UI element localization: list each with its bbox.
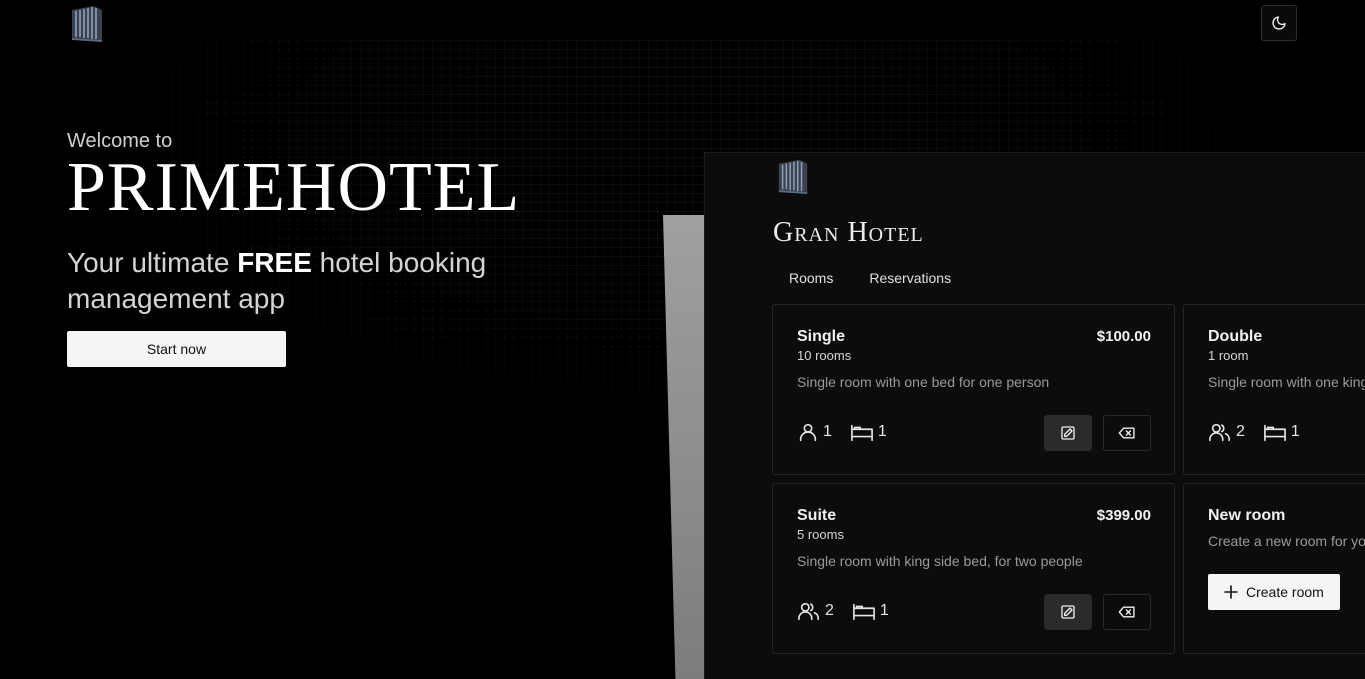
theme-toggle-button[interactable]	[1261, 5, 1297, 41]
create-room-label: Create room	[1246, 584, 1324, 600]
create-room-button[interactable]: Create room	[1208, 574, 1340, 610]
new-room-description: Create a new room for yo	[1208, 533, 1365, 549]
new-room-card: New room Create a new room for yo Create…	[1183, 483, 1365, 654]
tagline-emphasis: FREE	[237, 247, 312, 278]
bed-icon	[850, 424, 873, 442]
bed-icon	[852, 603, 875, 621]
bed-icon	[1263, 424, 1286, 442]
start-now-button[interactable]: Start now	[67, 331, 286, 367]
plus-icon	[1224, 585, 1238, 599]
room-description: Single room with king side bed, for two …	[797, 553, 1083, 569]
new-room-title: New room	[1208, 507, 1286, 524]
room-stats: 1 1	[797, 421, 887, 443]
room-price: $100.00	[1096, 328, 1151, 345]
hero-section: Welcome to PRIMEHOTEL Your ultimate FREE…	[67, 130, 520, 317]
preview-tabs: Rooms Reservations	[789, 270, 951, 286]
edit-room-button[interactable]	[1044, 594, 1092, 630]
bed-count: 1	[877, 423, 887, 440]
hotel-building-icon	[778, 159, 808, 194]
guest-count: 2	[1236, 423, 1245, 440]
room-description: Single room with one king	[1208, 374, 1365, 390]
user-icon	[799, 423, 817, 442]
edit-room-button[interactable]	[1044, 415, 1092, 451]
room-name: Single	[797, 328, 846, 345]
users-icon	[1209, 423, 1230, 442]
hotel-name: Gran Hotel	[773, 217, 924, 248]
room-card: Single 10 rooms $100.00 Single room with…	[772, 304, 1175, 475]
tab-rooms[interactable]: Rooms	[789, 270, 833, 286]
room-name: Double	[1208, 328, 1263, 345]
room-stats: 2 1	[1208, 421, 1300, 443]
preview-frame-edge	[663, 215, 705, 679]
backspace-icon	[1118, 606, 1135, 618]
edit-icon	[1061, 605, 1075, 619]
hero-tagline: Your ultimate FREE hotel booking managem…	[67, 245, 487, 317]
users-icon	[798, 602, 819, 621]
room-count: 10 rooms	[797, 348, 852, 363]
hotel-logo-icon[interactable]	[68, 4, 106, 42]
brand-title: PRIMEHOTEL	[67, 149, 521, 226]
room-card: Double 1 room Single room with one king …	[1183, 304, 1365, 475]
room-count: 5 rooms	[797, 527, 844, 542]
tagline-start: Your ultimate	[67, 247, 238, 278]
edit-icon	[1061, 426, 1075, 440]
moon-icon	[1272, 16, 1286, 30]
guest-count: 2	[825, 602, 834, 619]
room-name: Suite	[797, 507, 837, 524]
room-price: $399.00	[1096, 507, 1151, 524]
room-stats: 2 1	[797, 600, 889, 622]
bed-count: 1	[879, 602, 889, 619]
bed-count: 1	[1290, 423, 1300, 440]
room-description: Single room with one bed for one person	[797, 374, 1050, 390]
delete-room-button[interactable]	[1103, 415, 1151, 451]
delete-room-button[interactable]	[1103, 594, 1151, 630]
backspace-icon	[1118, 427, 1135, 439]
guest-count: 1	[823, 423, 832, 440]
room-count: 1 room	[1208, 348, 1249, 363]
tab-reservations[interactable]: Reservations	[869, 270, 951, 286]
room-card: Suite 5 rooms $399.00 Single room with k…	[772, 483, 1175, 654]
app-preview: Gran Hotel Rooms Reservations Single 10 …	[704, 152, 1365, 679]
